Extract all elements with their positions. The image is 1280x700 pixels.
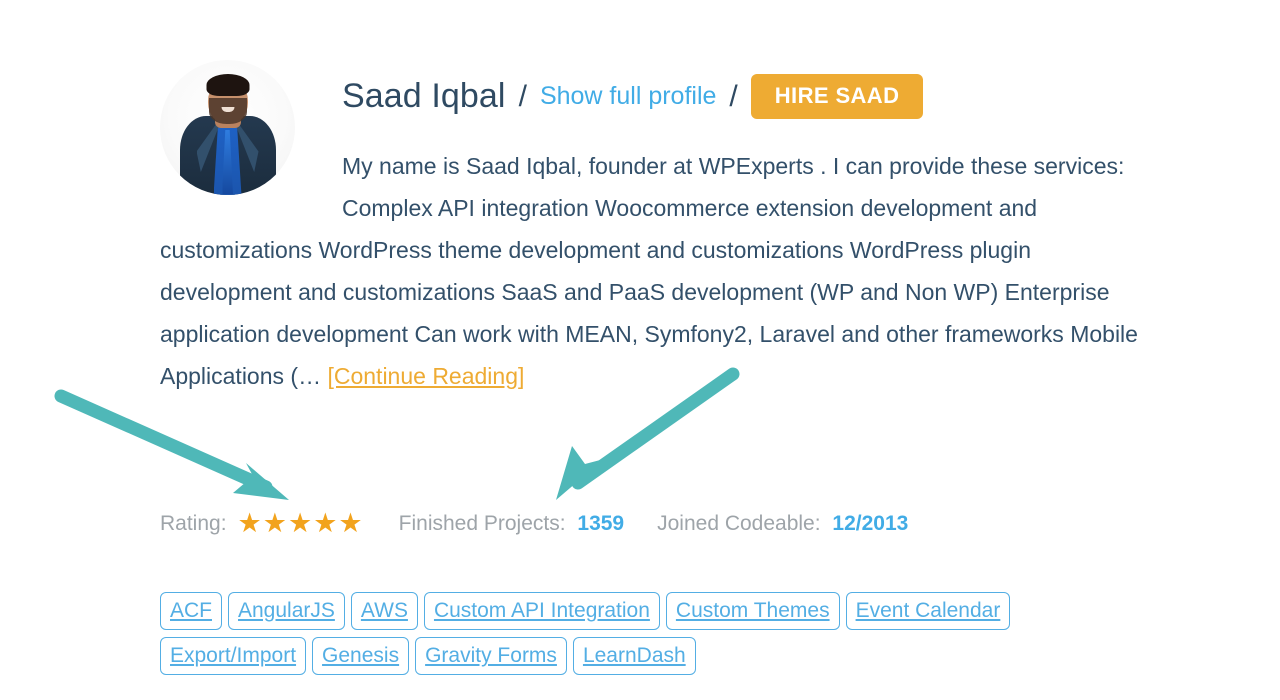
avatar	[160, 60, 300, 205]
finished-projects-value: 1359	[577, 511, 625, 535]
skill-tag[interactable]: Export/Import	[160, 637, 307, 675]
skill-tag[interactable]: AngularJS	[228, 592, 345, 630]
page-title: Saad Iqbal	[342, 77, 506, 115]
profile-stats-row: Rating: ★ ★ ★ ★ ★ Finished Projects: 135…	[160, 510, 908, 537]
rating-stars: ★ ★ ★ ★ ★	[238, 510, 364, 537]
skill-tag[interactable]: Custom API Integration	[423, 592, 660, 630]
arrow-pointing-to-rating-stars	[54, 389, 289, 500]
finished-projects-label: Finished Projects:	[398, 511, 566, 535]
skill-tag[interactable]: Gravity Forms	[415, 637, 567, 675]
star-icon: ★	[237, 508, 263, 538]
profile-header-line: Saad Iqbal / Show full profile / HIRE SA…	[342, 60, 1150, 119]
star-icon: ★	[262, 508, 288, 538]
joined-codeable-stat: Joined Codeable: 12/2013	[657, 512, 908, 536]
title-separator-2: /	[729, 79, 738, 113]
star-icon: ★	[287, 508, 314, 538]
joined-codeable-value: 12/2013	[832, 511, 909, 535]
avatar-hair-shape	[206, 74, 249, 96]
skill-tag-list: ACF AngularJS AWS Custom API Integration Cus…	[160, 592, 1160, 675]
star-icon: ★	[313, 508, 339, 538]
hire-button[interactable]: HIRE SAAD	[750, 74, 924, 119]
finished-projects-stat: Finished Projects: 1359	[399, 512, 624, 536]
title-separator-1: /	[518, 79, 527, 113]
avatar-image	[160, 60, 295, 195]
skill-tag[interactable]: Event Calendar	[845, 592, 1011, 630]
bio-text: My name is Saad Iqbal, founder at WPExpe…	[160, 153, 1138, 389]
profile-bio: My name is Saad Iqbal, founder at WPExpe…	[160, 145, 1150, 397]
continue-reading-link[interactable]: [Continue Reading]	[327, 363, 524, 389]
skill-tag[interactable]: Custom Themes	[665, 592, 840, 630]
freelancer-profile-card: Saad Iqbal / Show full profile / HIRE SA…	[160, 60, 1150, 675]
skill-tag[interactable]: Genesis	[312, 637, 410, 675]
skill-tag[interactable]: AWS	[350, 592, 418, 630]
skill-tag[interactable]: ACF	[160, 592, 222, 630]
joined-codeable-label: Joined Codeable:	[657, 511, 821, 535]
star-icon: ★	[338, 508, 364, 538]
rating-label: Rating:	[160, 511, 227, 535]
skill-tag[interactable]: LearnDash	[572, 637, 696, 675]
profile-page: Saad Iqbal / Show full profile / HIRE SA…	[0, 0, 1280, 700]
show-full-profile-link[interactable]: Show full profile	[540, 82, 716, 111]
